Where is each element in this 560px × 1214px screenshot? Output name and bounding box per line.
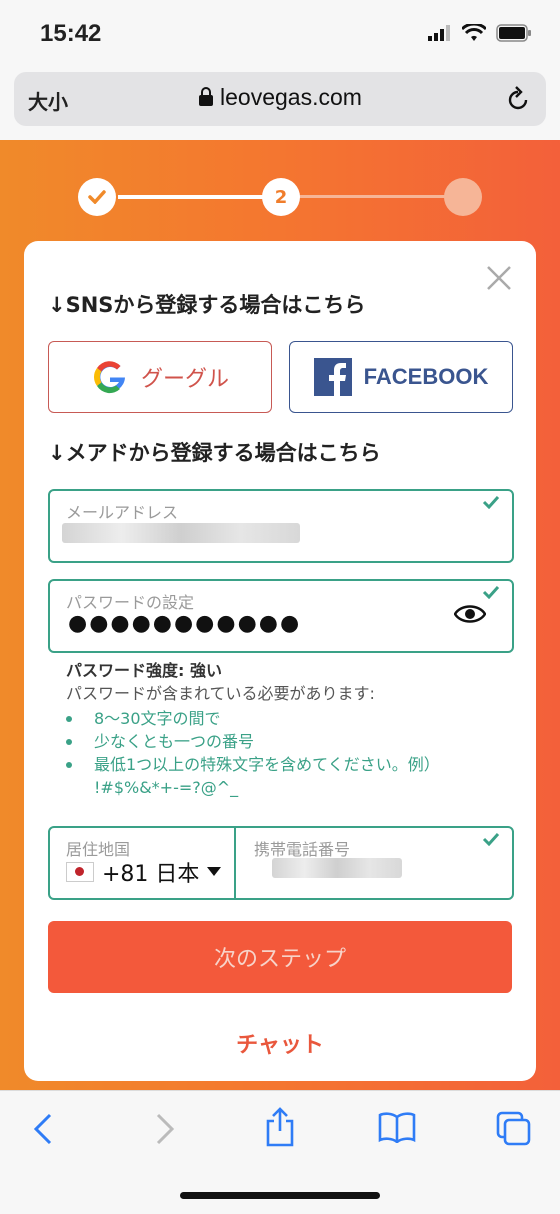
phone-field-group: 居住地国 +81 日本 携帯電話番号 [48, 826, 514, 900]
reload-icon[interactable] [506, 86, 530, 112]
facebook-icon [313, 358, 352, 396]
signal-icon [428, 25, 450, 41]
eye-icon[interactable] [454, 603, 486, 625]
requirement-item: 8〜30文字の間で [66, 707, 506, 730]
status-bar: 15:42 [0, 0, 560, 68]
password-requirements: パスワード強度: 強い パスワードが含まれている必要があります: 8〜30文字の… [66, 659, 506, 799]
step-3-pending [444, 178, 482, 216]
requirement-item: 少なくとも一つの番号 [66, 730, 506, 753]
lock-icon [199, 87, 214, 106]
email-field[interactable]: メールアドレス [48, 489, 514, 563]
google-signup-button[interactable]: グーグル [48, 341, 272, 413]
password-value: ●●●●●●●●●●● [68, 611, 302, 636]
home-indicator [180, 1192, 380, 1199]
phone-label: 携帯電話番号 [254, 840, 351, 859]
facebook-signup-button[interactable]: FACEBOOK [289, 341, 513, 413]
check-icon [88, 190, 106, 204]
email-value-redacted [62, 523, 300, 543]
phone-value-redacted[interactable] [272, 858, 402, 878]
bookmarks-icon[interactable] [378, 1111, 416, 1143]
tabs-icon[interactable] [496, 1111, 532, 1147]
email-section-title: ↓メアドから登録する場合はこちら [48, 441, 381, 465]
check-icon [482, 585, 500, 599]
url-display[interactable]: leovegas.com [14, 84, 546, 111]
status-icons [428, 24, 532, 42]
url-text: leovegas.com [220, 84, 362, 110]
wifi-icon [462, 24, 486, 41]
stepper-line-done [118, 195, 278, 199]
sns-section-title: ↓SNSから登録する場合はこちら [48, 293, 366, 317]
chat-link[interactable]: チャット [24, 1027, 536, 1059]
password-field[interactable]: パスワードの設定 ●●●●●●●●●●● [48, 579, 514, 653]
check-icon [482, 832, 500, 846]
step-1-complete [78, 178, 116, 216]
back-icon[interactable] [32, 1113, 56, 1145]
share-icon[interactable] [264, 1107, 296, 1147]
password-strength: パスワード強度: 強い [66, 661, 222, 680]
address-bar[interactable]: 大小 leovegas.com [14, 72, 546, 126]
requirements-title: パスワードが含まれている必要があります: [66, 684, 375, 703]
email-label: メールアドレス [66, 503, 179, 522]
registration-card: ↓SNSから登録する場合はこちら グーグル FACEBOOK ↓メアドから登録す… [24, 241, 536, 1081]
stepper-line-pending [298, 195, 448, 198]
google-label: グーグル [140, 367, 229, 392]
forward-icon[interactable] [152, 1113, 176, 1145]
battery-icon [496, 24, 531, 42]
clock: 15:42 [40, 20, 102, 47]
close-icon[interactable] [486, 265, 512, 291]
facebook-label: FACEBOOK [363, 364, 489, 389]
country-select[interactable]: +81 日本 [66, 856, 222, 888]
japan-flag-icon [66, 862, 94, 882]
requirements-list: 8〜30文字の間で 少なくとも一つの番号 最低1つ以上の特殊文字を含めてください… [66, 707, 506, 799]
check-icon [482, 495, 500, 509]
password-label: パスワードの設定 [66, 593, 195, 612]
requirement-item: 最低1つ以上の特殊文字を含めてください。例） [66, 753, 506, 776]
special-characters: !#$%&*+-=?@^_ [94, 778, 239, 797]
google-icon [93, 361, 125, 394]
chevron-down-icon [207, 867, 222, 876]
step-2-current: 2 [262, 178, 300, 216]
next-step-button[interactable]: 次のステップ [48, 921, 512, 993]
registration-stepper: 2 [78, 178, 482, 218]
country-code: +81 日本 [102, 862, 200, 887]
